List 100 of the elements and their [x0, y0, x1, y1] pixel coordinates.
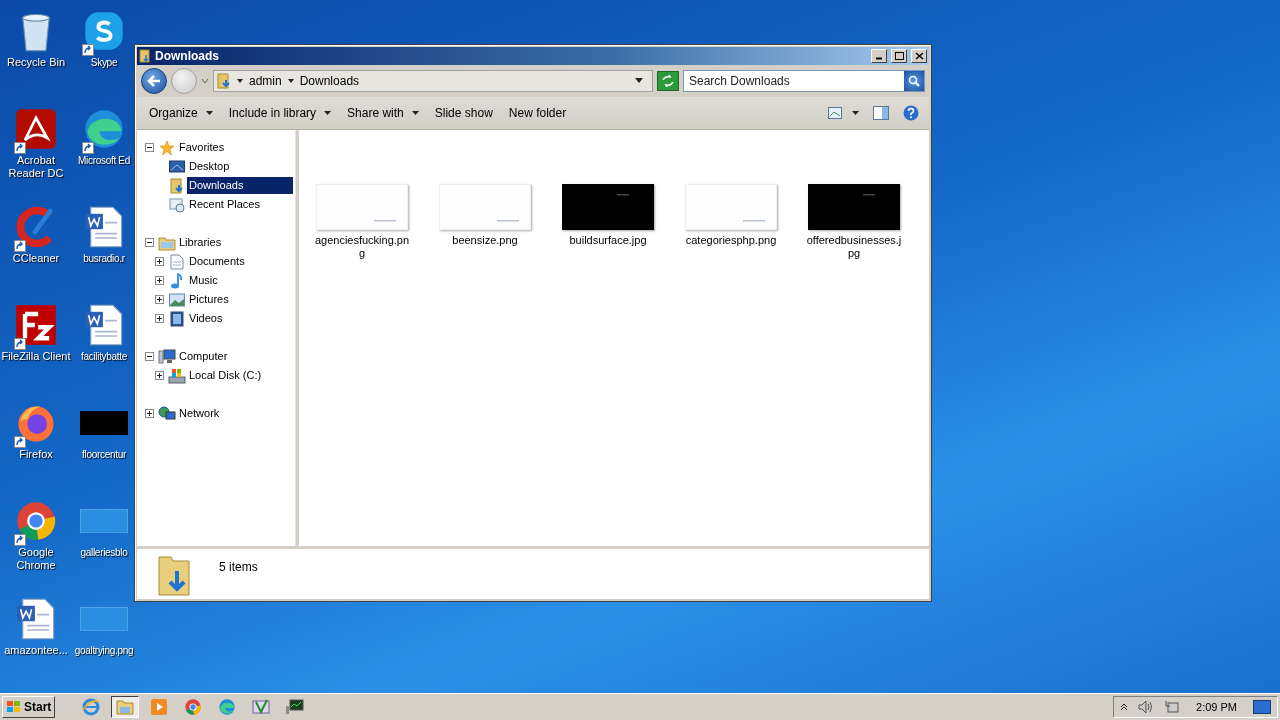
nav-item[interactable]: Favorites [177, 139, 227, 156]
download-folder-icon [217, 73, 231, 89]
back-button[interactable] [141, 68, 167, 94]
desktop-icon-label[interactable]: Skype [90, 56, 118, 69]
toolbar-button[interactable]: Organize [143, 101, 219, 125]
expand-icon[interactable] [155, 371, 164, 380]
file-name[interactable]: beensize.png [436, 234, 534, 247]
image-thumbnail-icon [80, 606, 128, 632]
back-arrow-icon [147, 75, 161, 87]
file-name[interactable]: buildsurface.jpg [559, 234, 657, 247]
desktop-icon-label[interactable]: Google Chrome [1, 546, 71, 572]
disk-drive-icon [168, 367, 186, 384]
desktop-icon-label[interactable]: floorcentur [82, 448, 126, 461]
preview-pane-icon [873, 106, 889, 120]
star-icon [159, 139, 175, 156]
search-button[interactable] [904, 71, 924, 91]
windows-logo-icon [6, 700, 22, 714]
file-name[interactable]: agenciesfucking.png [313, 234, 411, 260]
image-thumbnail-icon [80, 508, 128, 534]
desktop-icon-label[interactable]: facilitybatte [80, 350, 128, 363]
desktop-icon-label[interactable]: Firefox [1, 448, 71, 461]
chrome-icon [184, 698, 203, 716]
shortcut-arrow-icon [14, 436, 26, 448]
caret-icon [324, 111, 332, 115]
desktop-icon-label[interactable]: goaltrying.png [74, 644, 134, 657]
collapse-icon[interactable] [145, 238, 154, 247]
search-input[interactable]: Search Downloads [684, 72, 904, 90]
expand-icon[interactable] [155, 314, 164, 323]
view-icon [828, 107, 842, 119]
network-icon[interactable] [1164, 700, 1181, 714]
caret-icon [205, 111, 213, 115]
tool-icon [251, 698, 272, 716]
shortcut-arrow-icon [14, 534, 26, 546]
desktop-icon-label[interactable]: FileZilla Client [1, 350, 71, 363]
monitor-icon [285, 698, 306, 716]
nav-item[interactable]: Music [187, 272, 220, 289]
search-field[interactable]: Search Downloads [683, 70, 925, 92]
computer-icon [158, 348, 176, 365]
folder-icon [116, 699, 135, 715]
nav-item[interactable]: Local Disk (C:) [187, 367, 264, 384]
item-count: 5 items [219, 559, 258, 576]
file-name[interactable]: offeredbusinesses.jpg [805, 234, 903, 260]
chrome-icon [14, 499, 58, 543]
toolbar-button[interactable]: Include in library [222, 101, 338, 125]
collapse-icon[interactable] [145, 352, 154, 361]
ie-icon [82, 698, 101, 716]
toolbar-button[interactable]: Share with [341, 101, 425, 125]
address-bar[interactable]: admin Downloads [213, 70, 653, 92]
toolbar-button[interactable]: New folder [502, 101, 573, 125]
nav-item[interactable]: Pictures [187, 291, 231, 308]
refresh-button[interactable] [657, 71, 679, 91]
refresh-icon [661, 75, 675, 87]
file-name[interactable]: categoriesphp.png [682, 234, 780, 247]
nav-item[interactable]: Libraries [177, 234, 224, 251]
clock[interactable]: 2:09 PM [1190, 698, 1243, 716]
history-caret-icon[interactable] [201, 78, 209, 84]
shortcut-arrow-icon [82, 44, 94, 56]
nav-item[interactable]: Computer [177, 348, 230, 365]
chevron-up-icon[interactable] [1120, 703, 1129, 711]
breadcrumb-caret-icon[interactable] [237, 78, 243, 84]
caret-icon [411, 111, 419, 115]
nav-item[interactable]: Videos [187, 310, 225, 327]
minimize-button[interactable] [871, 49, 887, 63]
desktop-icon-label[interactable]: amazontee... [1, 644, 71, 657]
expand-icon[interactable] [155, 276, 164, 285]
desktop-icon-label[interactable]: Acrobat Reader DC [1, 154, 71, 180]
nav-item[interactable]: Network [177, 405, 222, 422]
nav-item[interactable]: Desktop [187, 158, 232, 175]
desktop-icon-label[interactable]: busradio.r [83, 252, 125, 265]
speaker-icon[interactable] [1138, 700, 1155, 714]
taskbar-app-button[interactable] [111, 696, 140, 718]
nav-item[interactable]: Downloads [187, 177, 293, 194]
desktop-icon-label[interactable]: Microsoft Ed [78, 154, 130, 167]
media-player-icon [150, 698, 169, 716]
desktop-icon-label[interactable]: Recycle Bin [1, 56, 71, 69]
start-button[interactable]: Start [2, 696, 56, 718]
search-icon [908, 75, 920, 87]
breadcrumb-caret-icon[interactable] [287, 78, 294, 84]
shortcut-arrow-icon [14, 142, 26, 154]
library-folder-icon [158, 234, 176, 251]
pictures-icon [169, 292, 185, 307]
nav-item[interactable]: Documents [187, 253, 247, 270]
expand-icon[interactable] [145, 409, 154, 418]
dropdown-caret-icon[interactable] [635, 78, 643, 84]
toolbar-button[interactable]: Slide show [428, 101, 499, 125]
breadcrumb-item[interactable]: admin [249, 72, 282, 90]
nav-item[interactable]: Recent Places [187, 196, 262, 213]
desktop-icon-label[interactable]: CCleaner [1, 252, 71, 265]
document-icon [170, 253, 184, 270]
shortcut-arrow-icon [14, 338, 26, 350]
expand-icon[interactable] [155, 295, 164, 304]
maximize-button[interactable] [891, 49, 907, 63]
breadcrumb-item[interactable]: Downloads [299, 72, 360, 90]
expand-icon[interactable] [155, 257, 164, 266]
close-icon [914, 52, 924, 60]
collapse-icon[interactable] [145, 143, 154, 152]
network-icon [158, 405, 176, 422]
close-button[interactable] [911, 49, 927, 63]
filezilla-icon [14, 303, 58, 347]
desktop-icon-label[interactable]: galleriesblo [80, 546, 128, 559]
